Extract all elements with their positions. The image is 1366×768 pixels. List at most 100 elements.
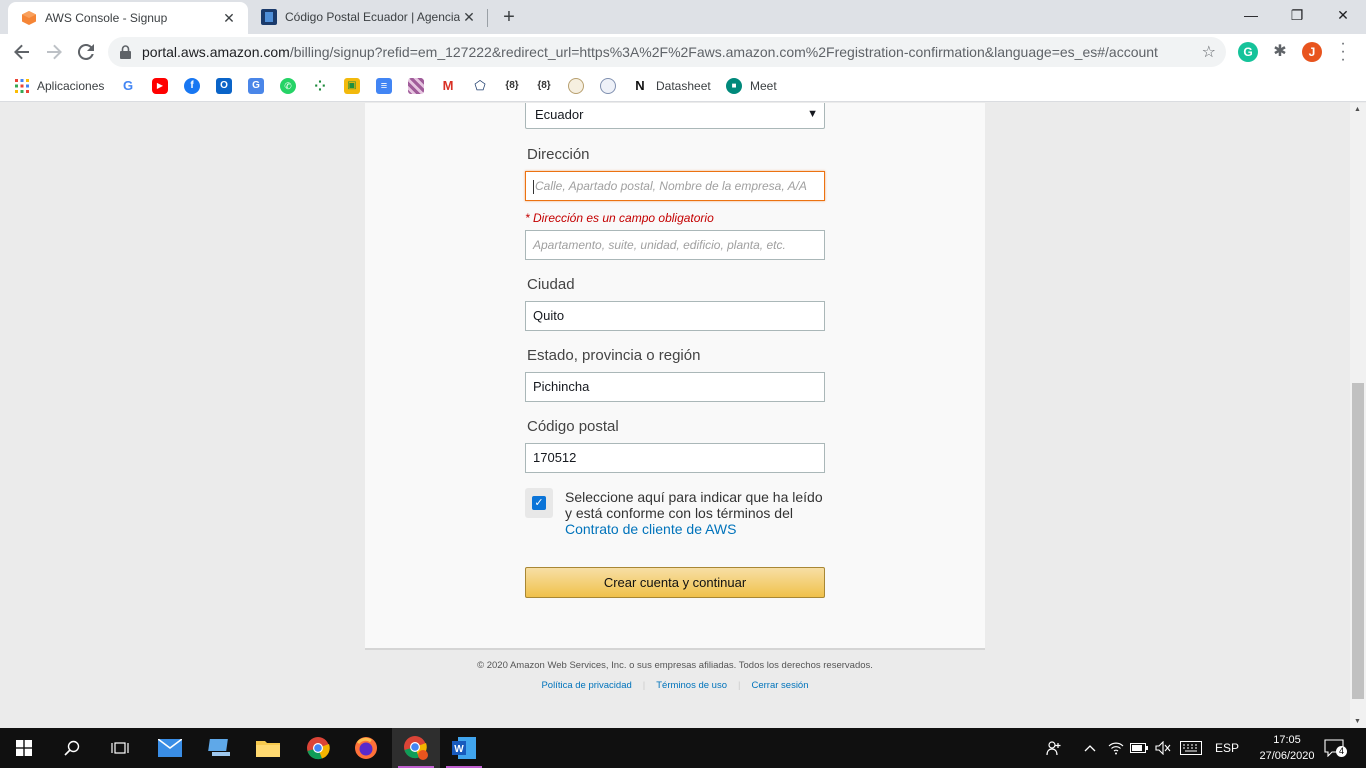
- address-label: Dirección: [527, 146, 590, 163]
- customer-agreement-link[interactable]: Contrato de cliente de AWS: [565, 521, 736, 537]
- bookmark-dots-app[interactable]: ⁘: [312, 77, 328, 95]
- address-bar[interactable]: portal.aws.amazon.com/billing/signup?ref…: [108, 37, 1226, 67]
- bookmark-docs[interactable]: ≡: [376, 77, 392, 95]
- close-window-button[interactable]: ✕: [1320, 0, 1366, 32]
- sign-out-link[interactable]: Cerrar sesión: [740, 680, 819, 691]
- taskbar-chrome[interactable]: [294, 728, 342, 768]
- lock-icon: [120, 45, 131, 59]
- bookmark-label: Aplicaciones: [37, 79, 105, 93]
- system-clock[interactable]: 17:05 27/06/2020: [1256, 732, 1318, 764]
- bookmark-datasheet[interactable]: N Datasheet: [632, 77, 711, 95]
- bookmark-aplicaciones[interactable]: Aplicaciones: [15, 77, 104, 95]
- svg-text:W: W: [454, 744, 464, 755]
- folder-icon: [256, 741, 280, 757]
- state-input[interactable]: Pichincha: [525, 372, 825, 402]
- new-tab-button[interactable]: +: [498, 6, 520, 28]
- scroll-up-icon[interactable]: ▲: [1354, 106, 1361, 113]
- action-center-button[interactable]: 4: [1324, 728, 1347, 768]
- agree-checkbox[interactable]: ✓: [532, 496, 546, 510]
- tab-strip: AWS Console - Signup ✕ Código Postal Ecu…: [0, 0, 1366, 34]
- forward-arrow-icon: [47, 44, 62, 60]
- back-button[interactable]: [8, 38, 36, 66]
- taskbar-computer[interactable]: [196, 728, 244, 768]
- bookmark-gmail[interactable]: M: [440, 77, 456, 95]
- text-caret: [533, 179, 534, 194]
- gmail-icon: M: [442, 78, 454, 93]
- google-icon: G: [122, 78, 134, 93]
- bookmark-outlook[interactable]: O: [216, 77, 232, 95]
- start-button[interactable]: [0, 728, 48, 768]
- battery-icon[interactable]: [1130, 728, 1148, 768]
- address2-input[interactable]: Apartamento, suite, unidad, edificio, pl…: [525, 230, 825, 260]
- bookmark-pattern[interactable]: [408, 77, 424, 95]
- grammarly-icon[interactable]: G: [1238, 42, 1258, 62]
- dots-app-icon: ⁘: [314, 78, 326, 94]
- reload-button[interactable]: [72, 38, 100, 66]
- bookmark-meet[interactable]: ■ Meet: [726, 77, 777, 95]
- taskbar-chrome-profile[interactable]: [392, 728, 440, 768]
- bookmark-google[interactable]: G: [120, 77, 136, 95]
- postal-code-input[interactable]: 170512: [525, 443, 825, 473]
- privacy-policy-link[interactable]: Política de privacidad: [530, 680, 642, 691]
- bookmark-seal-2[interactable]: [600, 77, 616, 95]
- extensions-puzzle-icon[interactable]: ✱: [1270, 42, 1290, 62]
- datasheet-icon: N: [635, 78, 645, 93]
- show-hidden-icons-chevron-up-icon[interactable]: [1084, 728, 1096, 768]
- bookmark-star-icon[interactable]: ☆: [1202, 42, 1216, 62]
- word-icon: W: [452, 737, 476, 759]
- country-select[interactable]: Ecuador ▼: [525, 103, 825, 129]
- facebook-icon: f: [184, 78, 200, 94]
- tab-aws-console[interactable]: AWS Console - Signup ✕: [8, 2, 248, 34]
- url-host: portal.aws.amazon.com: [142, 44, 290, 60]
- taskbar-word[interactable]: W: [440, 728, 488, 768]
- taskbar-mail[interactable]: [146, 728, 194, 768]
- agency-favicon-icon: [261, 9, 277, 25]
- bookmark-brackets-2[interactable]: {8}: [536, 77, 552, 95]
- address-input[interactable]: Calle, Apartado postal, Nombre de la emp…: [525, 171, 825, 201]
- minimize-button[interactable]: —: [1228, 0, 1274, 32]
- people-icon[interactable]: [1046, 728, 1062, 768]
- address-error-message: * Dirección es un campo obligatorio: [525, 211, 714, 225]
- bookmark-pentagon[interactable]: ⬠: [472, 77, 488, 95]
- browser-menu-icon[interactable]: · · ·: [1338, 36, 1348, 68]
- postal-code-label: Código postal: [527, 418, 619, 435]
- language-indicator[interactable]: ESP: [1215, 728, 1239, 768]
- notification-count: 4: [1336, 746, 1347, 757]
- meet-icon: ■: [726, 78, 742, 94]
- city-input[interactable]: Quito: [525, 301, 825, 331]
- wifi-icon[interactable]: [1108, 728, 1124, 768]
- browser-toolbar: portal.aws.amazon.com/billing/signup?ref…: [0, 34, 1366, 70]
- bookmark-brackets[interactable]: {8}: [504, 77, 520, 95]
- volume-muted-icon[interactable]: [1155, 728, 1171, 768]
- search-button[interactable]: [48, 728, 96, 768]
- keyboard-icon[interactable]: [1180, 728, 1202, 768]
- bookmark-whatsapp[interactable]: ✆: [280, 77, 296, 95]
- agree-checkbox-wrapper[interactable]: ✓: [525, 488, 553, 518]
- bookmark-youtube[interactable]: ▶: [152, 77, 168, 95]
- page-scrollbar[interactable]: ▲ ▼: [1350, 103, 1366, 728]
- outlook-icon: O: [216, 78, 232, 94]
- scrollbar-thumb[interactable]: [1352, 383, 1364, 699]
- bookmark-classroom[interactable]: ▣: [344, 77, 360, 95]
- bookmark-facebook[interactable]: f: [184, 77, 200, 95]
- bookmark-translate[interactable]: G: [248, 77, 264, 95]
- task-view-button[interactable]: [96, 728, 144, 768]
- create-account-button[interactable]: Crear cuenta y continuar: [525, 567, 825, 598]
- profile-avatar[interactable]: J: [1302, 42, 1322, 62]
- terms-of-use-link[interactable]: Términos de uso: [645, 680, 738, 691]
- bookmark-seal[interactable]: [568, 77, 584, 95]
- windows-logo-icon: [16, 740, 32, 756]
- bookmark-label: Datasheet: [656, 79, 711, 93]
- scroll-down-icon[interactable]: ▼: [1354, 718, 1361, 725]
- taskbar-firefox[interactable]: [342, 728, 390, 768]
- maximize-button[interactable]: ❐: [1274, 0, 1320, 32]
- taskbar-file-explorer[interactable]: [244, 728, 292, 768]
- tab-close-icon[interactable]: ✕: [460, 8, 478, 26]
- whatsapp-icon: ✆: [280, 78, 296, 94]
- brackets-icon: {8}: [505, 80, 519, 91]
- back-arrow-icon: [14, 44, 29, 60]
- tab-title: AWS Console - Signup: [45, 11, 168, 25]
- tab-close-icon[interactable]: ✕: [220, 9, 238, 27]
- tab-codigo-postal[interactable]: Código Postal Ecuador | Agencia ✕: [248, 0, 488, 34]
- forward-button[interactable]: [40, 38, 68, 66]
